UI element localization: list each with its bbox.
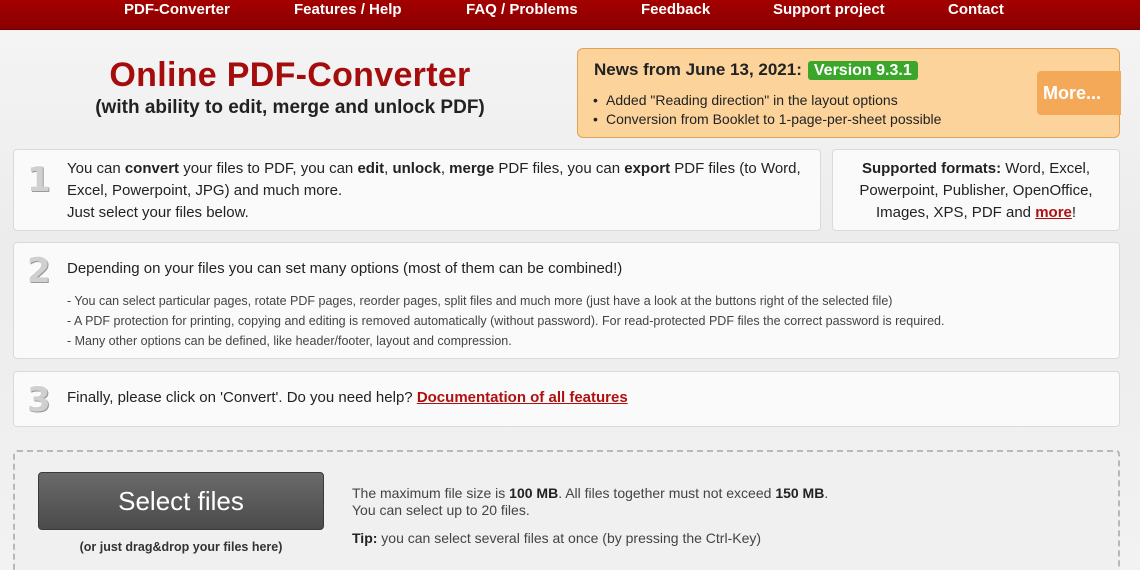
news-date-title: News from June 13, 2021: xyxy=(594,60,802,79)
nav-item-support-project[interactable]: Support project xyxy=(773,1,885,18)
step1-box: 1 You can convert your files to PDF, you… xyxy=(13,149,821,231)
file-limits-text: The maximum file size is 100 MB. All fil… xyxy=(352,485,828,519)
step2-box: 2 Depending on your files you can set ma… xyxy=(13,242,1120,359)
keyword-convert: convert xyxy=(124,160,180,177)
max-file-size: 100 MB xyxy=(509,485,559,501)
supported-formats-text: Supported formats: Word, Excel, Powerpoi… xyxy=(833,158,1119,224)
news-heading: News from June 13, 2021: Version 9.3.1 xyxy=(594,60,918,80)
text-fragment: . All files together must not exceed xyxy=(558,485,776,501)
text-fragment: Finally, please click on 'Convert'. Do y… xyxy=(67,389,417,406)
keyword-unlock: unlock xyxy=(392,160,441,177)
nav-item-features-help[interactable]: Features / Help xyxy=(294,1,402,18)
documentation-link[interactable]: Documentation of all features xyxy=(417,389,628,406)
step-number-3: 3 xyxy=(27,380,51,420)
keyword-merge: merge xyxy=(449,160,495,177)
list-item: - A PDF protection for printing, copying… xyxy=(67,314,945,328)
file-drop-zone[interactable]: Select files (or just drag&drop your fil… xyxy=(13,450,1120,570)
top-navigation: PDF-Converter Features / Help FAQ / Prob… xyxy=(0,0,1140,30)
page-title: Online PDF-Converter xyxy=(109,56,471,94)
text-fragment: ! xyxy=(1071,204,1077,221)
keyword-export: export xyxy=(624,160,671,177)
nav-item-pdf-converter[interactable]: PDF-Converter xyxy=(124,1,230,18)
nav-item-feedback[interactable]: Feedback xyxy=(641,1,710,18)
news-item: Added "Reading direction" in the layout … xyxy=(593,91,941,110)
formats-more-link[interactable]: more xyxy=(1035,204,1072,221)
text-fragment: , xyxy=(440,160,450,177)
text-fragment: You can xyxy=(67,160,125,177)
text-fragment: your files to PDF, you can xyxy=(179,160,358,177)
text-fragment: . xyxy=(824,485,829,501)
step3-box: 3 Finally, please click on 'Convert'. Do… xyxy=(13,371,1120,427)
news-item: Conversion from Booklet to 1-page-per-sh… xyxy=(593,110,941,129)
text-fragment: PDF files, you can xyxy=(494,160,625,177)
nav-item-faq-problems[interactable]: FAQ / Problems xyxy=(466,1,578,18)
text-fragment: you can select several files at once (by… xyxy=(377,530,762,546)
nav-item-contact[interactable]: Contact xyxy=(948,1,1004,18)
news-box: News from June 13, 2021: Version 9.3.1 Ad… xyxy=(577,48,1121,138)
list-item: - You can select particular pages, rotat… xyxy=(67,294,893,308)
page-subtitle: (with ability to edit, merge and unlock … xyxy=(95,97,485,118)
max-files-text: You can select up to 20 files. xyxy=(352,502,530,518)
step2-heading: Depending on your files you can set many… xyxy=(67,260,623,277)
step-number-2: 2 xyxy=(27,251,51,291)
tip-text: Tip: you can select several files at onc… xyxy=(352,530,761,546)
text-fragment: The maximum file size is xyxy=(352,485,510,501)
step-number-1: 1 xyxy=(27,160,51,200)
max-total-size: 150 MB xyxy=(775,485,825,501)
list-item: - Many other options can be defined, lik… xyxy=(67,334,512,348)
keyword-edit: edit xyxy=(357,160,385,177)
news-more-button[interactable]: More... xyxy=(1037,71,1121,115)
supported-formats-box: Supported formats: Word, Excel, Powerpoi… xyxy=(832,149,1120,231)
tip-label: Tip: xyxy=(352,530,378,546)
news-list: Added "Reading direction" in the layout … xyxy=(593,91,941,129)
select-files-button[interactable]: Select files xyxy=(38,472,324,530)
drag-drop-hint: (or just drag&drop your files here) xyxy=(79,540,283,554)
step2-options-list: - You can select particular pages, rotat… xyxy=(67,291,944,351)
formats-label: Supported formats: xyxy=(861,160,1002,177)
step1-line2: Just select your files below. xyxy=(67,204,249,221)
step3-text: Finally, please click on 'Convert'. Do y… xyxy=(67,389,628,406)
step1-description: You can convert your files to PDF, you c… xyxy=(67,158,812,224)
version-badge: Version 9.3.1 xyxy=(807,61,918,80)
